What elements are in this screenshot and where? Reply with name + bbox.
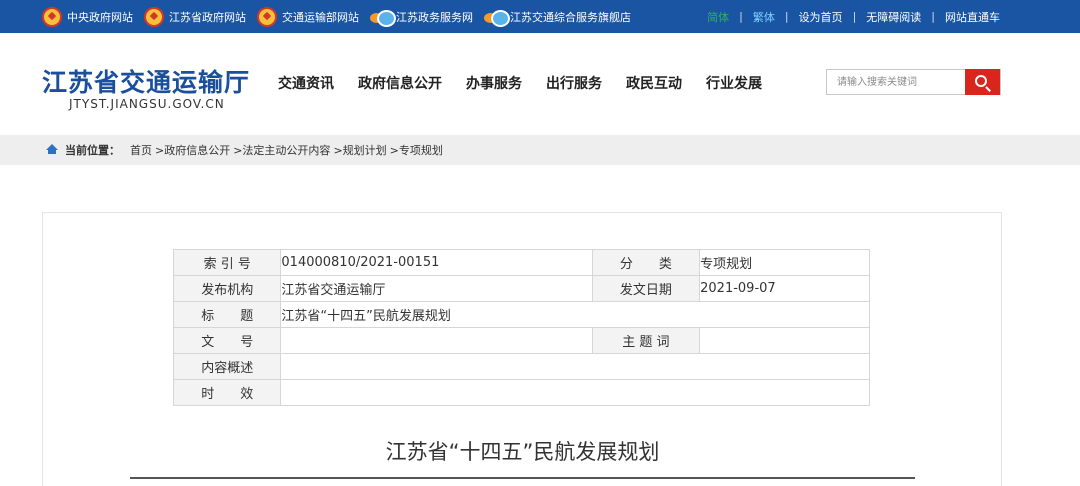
- nav-item-transport-news[interactable]: 交通资讯: [278, 73, 334, 93]
- breadcrumb-home[interactable]: 首页: [130, 142, 152, 158]
- table-row: 时 效: [172, 379, 870, 406]
- validity-value: [280, 379, 870, 406]
- keywords-label: 主 题 词: [591, 327, 701, 354]
- index-number-value: 014000810/2021-00151: [280, 249, 593, 276]
- separator: |: [931, 10, 935, 23]
- validity-label: 时 效: [172, 379, 282, 406]
- breadcrumb-gov-info[interactable]: >政府信息公开: [155, 142, 230, 158]
- national-emblem-icon: [257, 6, 277, 27]
- accessible-reading-link[interactable]: 无障碍阅读: [866, 9, 921, 25]
- breadcrumb-special-plans[interactable]: >专项规划: [390, 142, 443, 158]
- index-number-label: 索 引 号: [172, 249, 282, 276]
- nav-item-interaction[interactable]: 政民互动: [626, 73, 682, 93]
- category-label: 分 类: [591, 249, 701, 276]
- document-number-label: 文 号: [172, 327, 282, 354]
- breadcrumb: 当前位置： 首页 >政府信息公开 >法定主动公开内容 >规划计划 >专项规划: [45, 135, 446, 165]
- link-ministry-transport-label: 交通运输部网站: [282, 10, 359, 24]
- category-value: 专项规划: [699, 249, 870, 276]
- top-bar: 中央政府网站 江苏省政府网站 交通运输部网站 江苏政务服务网 江苏交通综合服务旗…: [0, 0, 1080, 33]
- site-logo-title[interactable]: 江苏省交通运输厅: [42, 63, 250, 99]
- separator: |: [739, 10, 743, 23]
- table-row: 标 题 江苏省“十四五”民航发展规划: [172, 301, 870, 328]
- title-divider: [130, 477, 915, 479]
- nav-item-gov-info[interactable]: 政府信息公开: [358, 73, 442, 93]
- link-gov-service[interactable]: 江苏政务服务网: [370, 9, 473, 27]
- cloud-logo-icon: [484, 9, 510, 27]
- search-box: [826, 69, 1001, 95]
- cloud-logo-icon: [370, 9, 396, 27]
- separator: |: [784, 10, 789, 23]
- nav-item-travel[interactable]: 出行服务: [546, 73, 602, 93]
- breadcrumb-plans[interactable]: >规划计划: [333, 142, 386, 158]
- table-row: 文 号 主 题 词: [172, 327, 870, 354]
- link-central-gov-label: 中央政府网站: [67, 10, 133, 24]
- title-label: 标 题: [172, 301, 282, 328]
- breadcrumb-bar: 当前位置： 首页 >政府信息公开 >法定主动公开内容 >规划计划 >专项规划: [0, 135, 1080, 165]
- document-metadata-table: 索 引 号 014000810/2021-00151 分 类 专项规划 发布机构…: [172, 249, 870, 406]
- national-emblem-icon: [144, 6, 164, 27]
- top-right-links: 简体 | 繁体 | 设为首页 | 无障碍阅读 | 网站直通车: [707, 0, 1000, 33]
- nav-item-services[interactable]: 办事服务: [466, 73, 522, 93]
- table-row: 发布机构 江苏省交通运输厅 发文日期 2021-09-07: [172, 275, 870, 302]
- national-emblem-icon: [42, 6, 62, 27]
- link-ministry-transport[interactable]: 交通运输部网站: [257, 6, 359, 27]
- link-central-gov[interactable]: 中央政府网站: [42, 6, 133, 27]
- document-number-value: [280, 327, 593, 354]
- nav-item-industry[interactable]: 行业发展: [706, 73, 762, 93]
- link-flagship-store-label: 江苏交通综合服务旗舰店: [510, 10, 631, 24]
- publisher-value: 江苏省交通运输厅: [280, 275, 593, 302]
- site-header: 江苏省交通运输厅 JTYST.JIANGSU.GOV.CN 交通资讯 政府信息公…: [0, 33, 1080, 135]
- link-jiangsu-gov[interactable]: 江苏省政府网站: [144, 6, 246, 27]
- search-icon: [975, 75, 988, 87]
- top-links: 中央政府网站 江苏省政府网站 交通运输部网站 江苏政务服务网 江苏交通综合服务旗…: [42, 0, 642, 33]
- table-row: 内容概述: [172, 353, 870, 380]
- separator: |: [852, 10, 857, 23]
- document-title: 江苏省“十四五”民航发展规划: [385, 440, 660, 464]
- search-input[interactable]: [827, 70, 966, 94]
- traditional-chinese-link[interactable]: 繁体: [753, 9, 775, 25]
- site-logo-domain: JTYST.JIANGSU.GOV.CN: [69, 97, 225, 111]
- link-jiangsu-gov-label: 江苏省政府网站: [169, 10, 246, 24]
- publisher-label: 发布机构: [172, 275, 282, 302]
- issue-date-label: 发文日期: [591, 275, 701, 302]
- simplified-chinese-link[interactable]: 简体: [707, 9, 729, 25]
- summary-value: [280, 353, 870, 380]
- breadcrumb-statutory[interactable]: >法定主动公开内容: [233, 142, 330, 158]
- home-icon: [45, 144, 59, 156]
- summary-label: 内容概述: [172, 353, 282, 380]
- keywords-value: [699, 327, 870, 354]
- link-flagship-store[interactable]: 江苏交通综合服务旗舰店: [484, 9, 631, 27]
- search-button[interactable]: [965, 69, 1000, 95]
- table-row: 索 引 号 014000810/2021-00151 分 类 专项规划: [172, 249, 870, 276]
- link-gov-service-label: 江苏政务服务网: [396, 10, 473, 24]
- issue-date-value: 2021-09-07: [699, 275, 870, 302]
- breadcrumb-label: 当前位置：: [65, 144, 120, 157]
- website-express-link[interactable]: 网站直通车: [945, 9, 1000, 25]
- set-homepage-link[interactable]: 设为首页: [799, 9, 843, 25]
- title-value: 江苏省“十四五”民航发展规划: [280, 301, 870, 328]
- main-nav: 交通资讯 政府信息公开 办事服务 出行服务 政民互动 行业发展: [278, 73, 786, 93]
